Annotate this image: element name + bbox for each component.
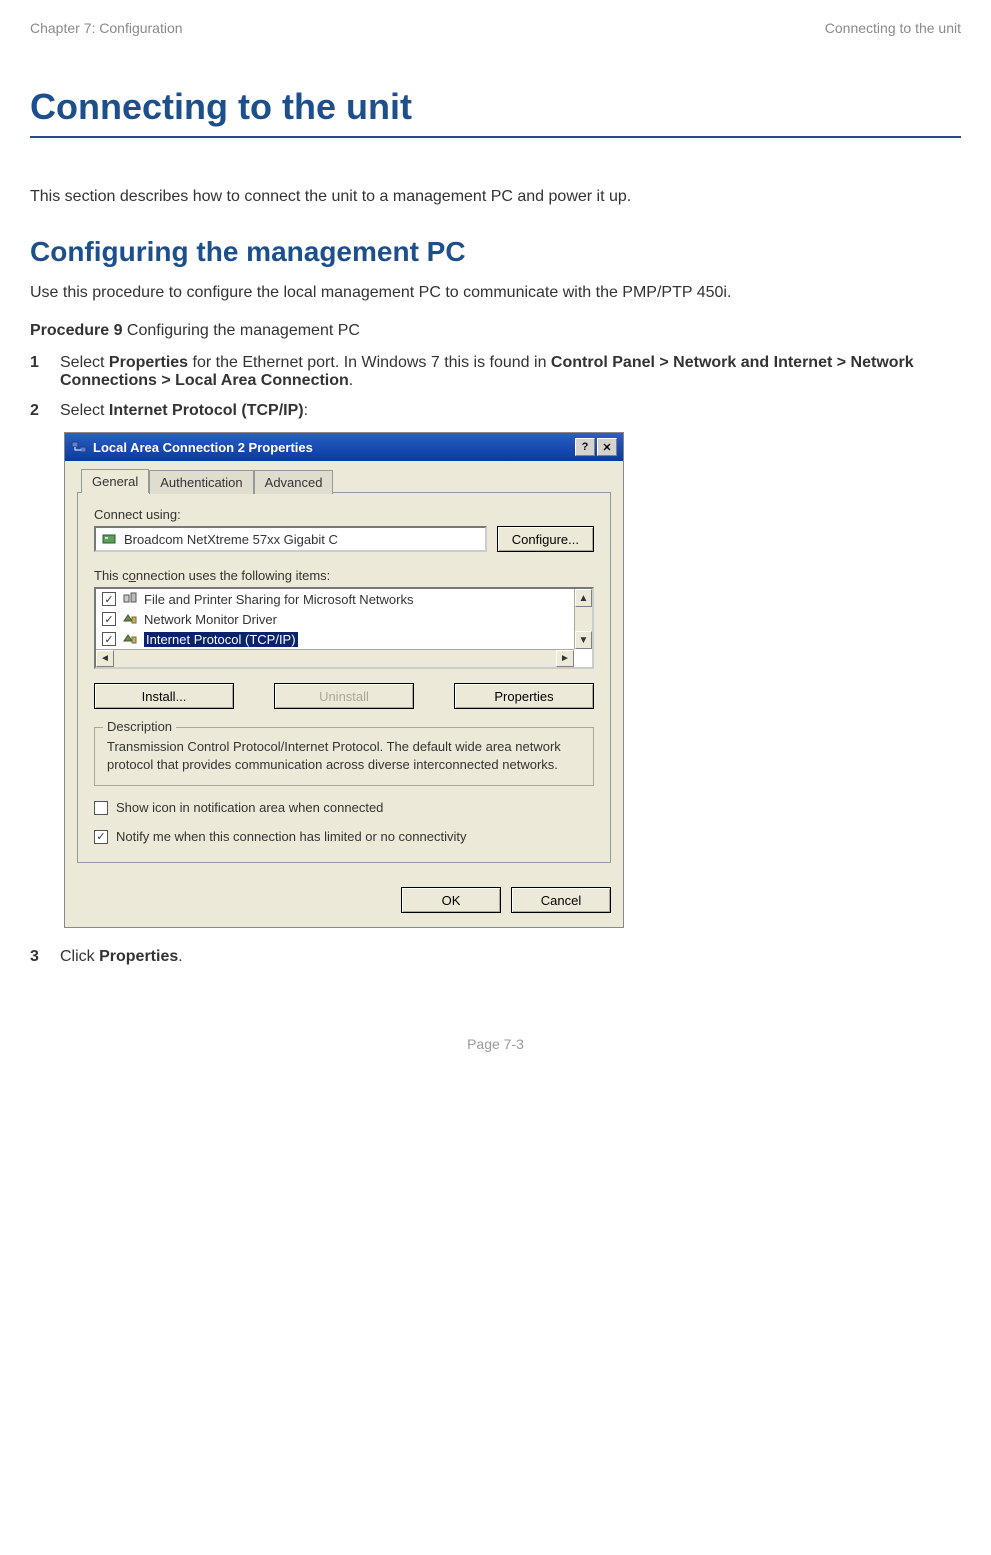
dialog-footer: OK Cancel bbox=[65, 877, 623, 927]
step-number: 1 bbox=[30, 354, 60, 372]
page-header: Chapter 7: Configuration Connecting to t… bbox=[30, 20, 961, 36]
help-button[interactable]: ? bbox=[575, 438, 595, 456]
tab-general[interactable]: General bbox=[81, 469, 149, 493]
connection-icon bbox=[71, 439, 87, 455]
checkbox-icon[interactable]: ✓ bbox=[102, 592, 116, 606]
procedure-title: Configuring the management PC bbox=[122, 322, 359, 339]
properties-dialog: Local Area Connection 2 Properties ? ✕ G… bbox=[64, 432, 624, 928]
vertical-scrollbar[interactable]: ▲ ▼ bbox=[574, 589, 592, 649]
description-text: Transmission Control Protocol/Internet P… bbox=[107, 738, 581, 773]
body-text: Use this procedure to configure the loca… bbox=[30, 284, 961, 302]
list-item-label: Internet Protocol (TCP/IP) bbox=[144, 632, 298, 647]
tab-advanced[interactable]: Advanced bbox=[254, 470, 334, 494]
list-item[interactable]: ✓ File and Printer Sharing for Microsoft… bbox=[96, 589, 574, 609]
scroll-down-icon[interactable]: ▼ bbox=[575, 631, 592, 649]
notify-checkbox[interactable]: ✓ Notify me when this connection has lim… bbox=[94, 829, 594, 844]
step-2: 2 Select Internet Protocol (TCP/IP): bbox=[30, 402, 961, 420]
ok-button[interactable]: OK bbox=[401, 887, 501, 913]
steps-list-cont: 3 Click Properties. bbox=[30, 948, 961, 966]
components-list[interactable]: ✓ File and Printer Sharing for Microsoft… bbox=[94, 587, 594, 669]
show-icon-checkbox[interactable]: Show icon in notification area when conn… bbox=[94, 800, 594, 815]
scroll-left-icon[interactable]: ◄ bbox=[96, 650, 114, 667]
dialog-titlebar[interactable]: Local Area Connection 2 Properties ? ✕ bbox=[65, 433, 623, 461]
properties-button[interactable]: PropertiesProperties bbox=[454, 683, 594, 709]
checkbox-icon[interactable] bbox=[94, 801, 108, 815]
section-heading: Configuring the management PC bbox=[30, 236, 961, 268]
adapter-name: Broadcom NetXtreme 57xx Gigabit C bbox=[124, 532, 338, 547]
adapter-field: Broadcom NetXtreme 57xx Gigabit C bbox=[94, 526, 487, 552]
tab-authentication[interactable]: Authentication bbox=[149, 470, 253, 494]
step-1: 1 Select Properties for the Ethernet por… bbox=[30, 354, 961, 390]
protocol-icon bbox=[122, 631, 138, 647]
tab-panel-general: Connect using: Broadcom NetXtreme 57xx G… bbox=[77, 492, 611, 863]
description-group: Description Transmission Control Protoco… bbox=[94, 727, 594, 786]
list-item-label: Network Monitor Driver bbox=[144, 612, 277, 627]
header-right: Connecting to the unit bbox=[825, 20, 961, 36]
scroll-up-icon[interactable]: ▲ bbox=[575, 589, 592, 607]
page-number: Page 7-3 bbox=[30, 1036, 961, 1052]
step-body: Select Properties for the Ethernet port.… bbox=[60, 354, 961, 390]
procedure-label: Procedure 9 bbox=[30, 322, 122, 339]
checkbox-icon[interactable]: ✓ bbox=[102, 632, 116, 646]
list-item-selected[interactable]: ✓ Internet Protocol (TCP/IP) bbox=[96, 629, 574, 649]
horizontal-scrollbar[interactable]: ◄ ► bbox=[96, 649, 574, 667]
cancel-button[interactable]: Cancel bbox=[511, 887, 611, 913]
step-number: 3 bbox=[30, 948, 60, 966]
checkbox-icon[interactable]: ✓ bbox=[94, 830, 108, 844]
step-body: Select Internet Protocol (TCP/IP): bbox=[60, 402, 961, 420]
header-left: Chapter 7: Configuration bbox=[30, 20, 183, 36]
page-title: Connecting to the unit bbox=[30, 86, 961, 138]
checkbox-icon[interactable]: ✓ bbox=[102, 612, 116, 626]
dialog-title: Local Area Connection 2 Properties bbox=[93, 440, 575, 455]
configure-button[interactable]: Configure... bbox=[497, 526, 594, 552]
protocol-icon bbox=[122, 611, 138, 627]
intro-text: This section describes how to connect th… bbox=[30, 188, 961, 206]
service-icon bbox=[122, 591, 138, 607]
step-3: 3 Click Properties. bbox=[30, 948, 961, 966]
list-item[interactable]: ✓ Network Monitor Driver bbox=[96, 609, 574, 629]
close-button[interactable]: ✕ bbox=[597, 438, 617, 456]
list-item-label: File and Printer Sharing for Microsoft N… bbox=[144, 592, 413, 607]
items-label: This connection uses the following items… bbox=[94, 568, 594, 583]
description-legend: Description bbox=[103, 719, 176, 734]
scroll-right-icon[interactable]: ► bbox=[556, 650, 574, 667]
dialog-tabs: General Authentication Advanced bbox=[77, 469, 611, 493]
step-number: 2 bbox=[30, 402, 60, 420]
steps-list: 1 Select Properties for the Ethernet por… bbox=[30, 354, 961, 420]
connect-using-label: Connect using: bbox=[94, 507, 594, 522]
nic-icon bbox=[102, 532, 118, 546]
uninstall-button: UninstallUninstall bbox=[274, 683, 414, 709]
install-button[interactable]: IInstall...nstall... bbox=[94, 683, 234, 709]
procedure-caption: Procedure 9 Configuring the management P… bbox=[30, 322, 961, 340]
step-body: Click Properties. bbox=[60, 948, 961, 966]
